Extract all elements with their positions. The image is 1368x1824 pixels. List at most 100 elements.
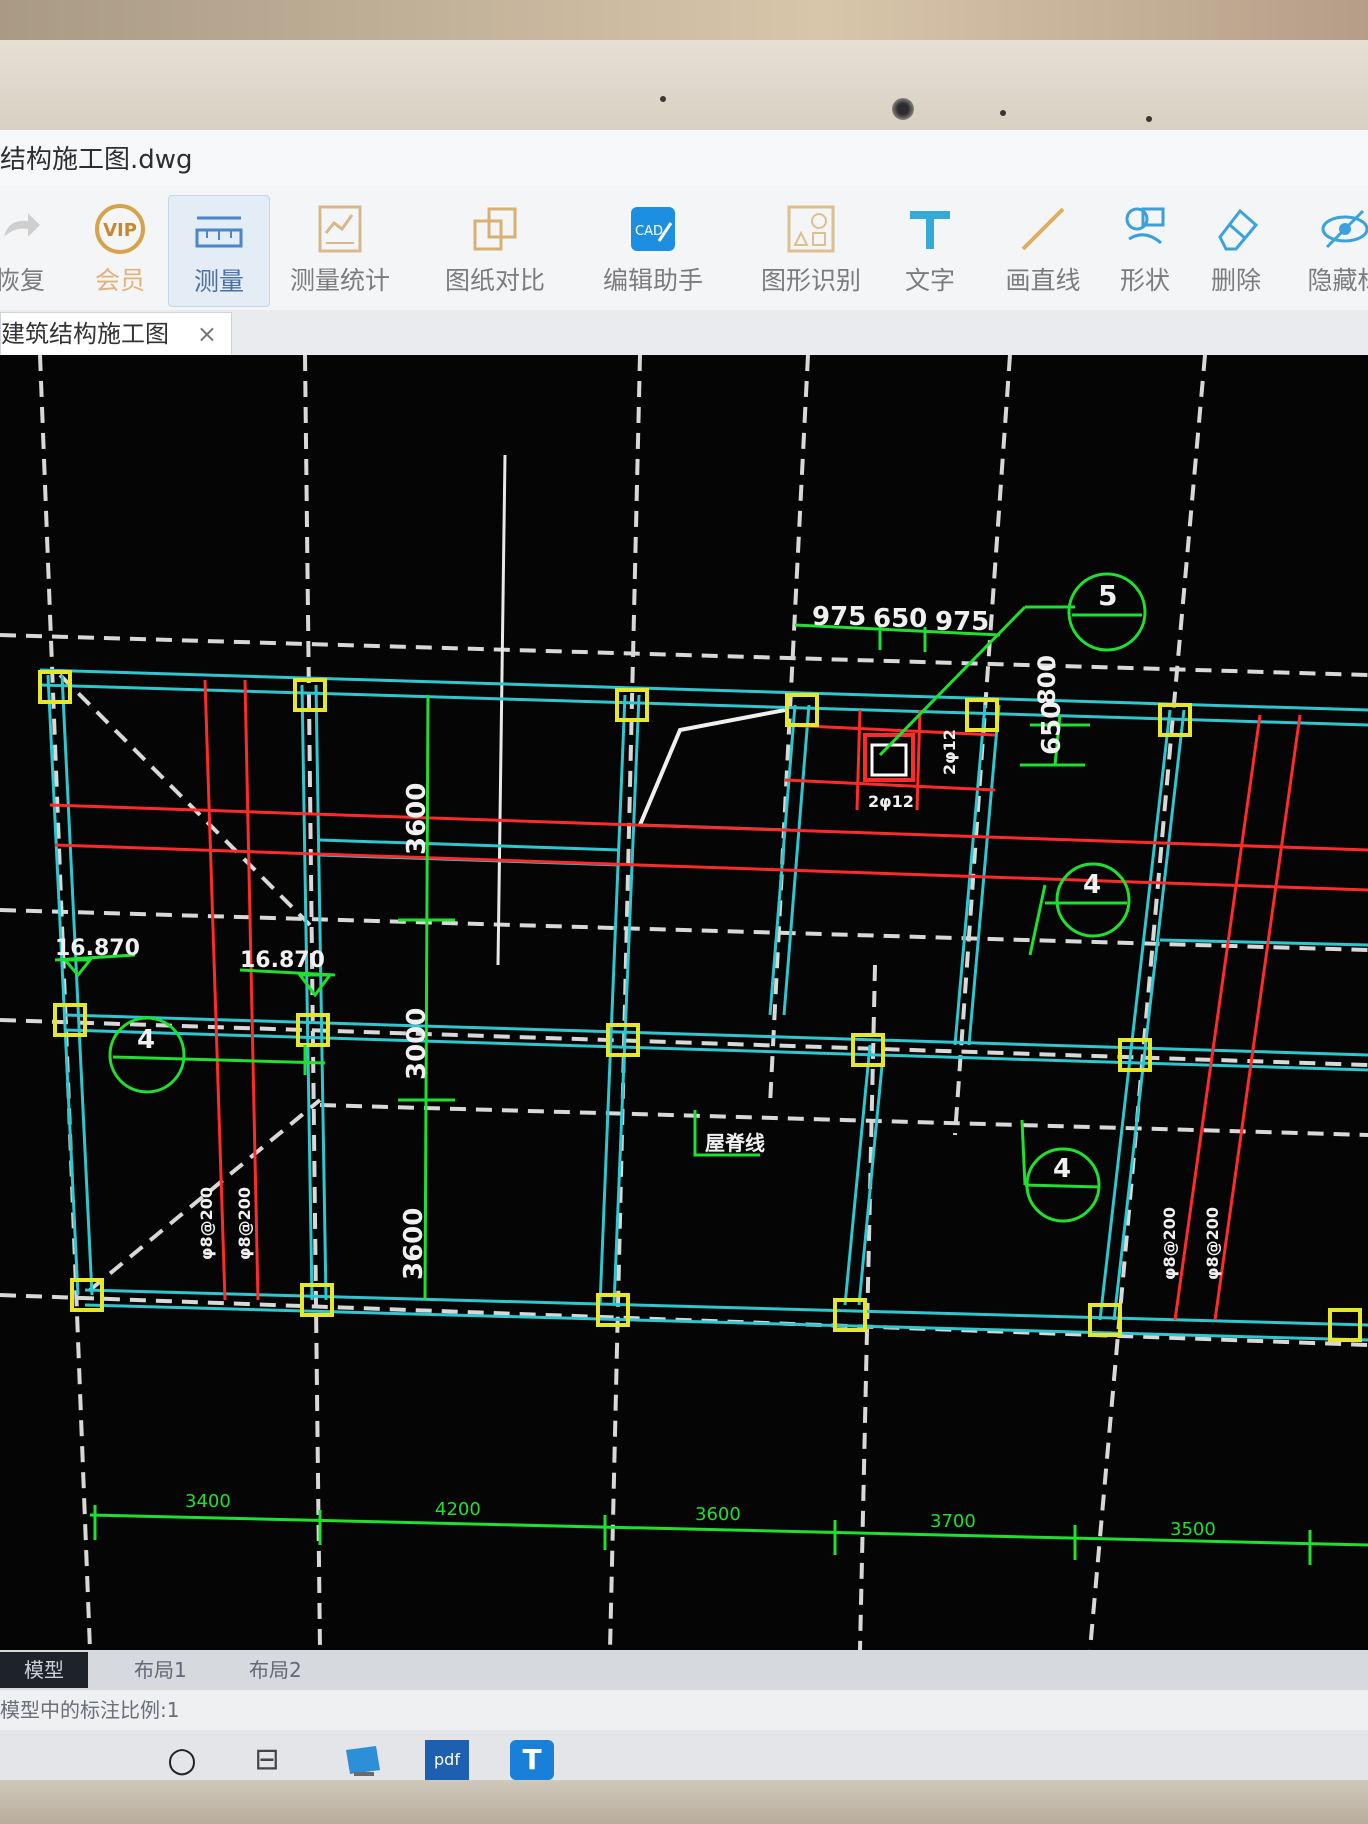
draw-line-button[interactable]: 画直线 bbox=[988, 195, 1098, 305]
reference-line bbox=[496, 454, 507, 966]
section-number: 4 bbox=[137, 1025, 155, 1055]
tab-layout2[interactable]: 布局2 bbox=[225, 1652, 326, 1688]
document-tab[interactable]: 建筑结构施工图 × bbox=[0, 312, 232, 356]
axis-dimension-text: 3400 4200 3600 3700 3500 bbox=[185, 1491, 1216, 1540]
line-icon bbox=[1017, 203, 1069, 255]
shape-recognition-icon bbox=[785, 203, 837, 255]
axis-line bbox=[319, 1103, 1368, 1137]
measure-stats-icon bbox=[314, 203, 366, 255]
hide-button[interactable]: 隐藏标 bbox=[1290, 195, 1368, 305]
shapes-button[interactable]: 形状 bbox=[1095, 195, 1195, 305]
axis-dim-label: 3500 bbox=[1170, 1519, 1216, 1540]
text-icon bbox=[904, 203, 956, 255]
section-marker-divider bbox=[1024, 1183, 1101, 1189]
shape-recognition-button[interactable]: 图形识别 bbox=[756, 195, 866, 305]
bezel-sensor-icon bbox=[1000, 110, 1006, 116]
dim-label: 800 bbox=[1033, 655, 1061, 705]
tab-model[interactable]: 模型 bbox=[0, 1652, 88, 1688]
beam-line bbox=[46, 674, 80, 1296]
section-number: 5 bbox=[1098, 579, 1117, 612]
cad-drawing: 975 650 975 650 800 3600 3000 3600 16.87… bbox=[0, 355, 1368, 1650]
rebar-spec: φ8@200 bbox=[197, 1187, 216, 1260]
ribbon-toolbar: 恢复 VIP 会员 测量 测量统计 图纸对比 CAD 编辑助手 图形识别 文字 … bbox=[0, 185, 1368, 310]
document-tab-label: 建筑结构施工图 bbox=[1, 320, 169, 348]
rebar-line bbox=[855, 709, 862, 811]
dim-label: 3600 bbox=[402, 783, 432, 855]
layout-tab-bar: 模型 布局1 布局2 bbox=[0, 1650, 1368, 1690]
axis-line bbox=[58, 673, 312, 927]
elevation-marker bbox=[297, 973, 333, 998]
rebar-spec: 2φ12 bbox=[940, 729, 959, 775]
window-title: 结构施工图.dwg bbox=[0, 145, 193, 175]
ruler-icon bbox=[193, 204, 245, 256]
text-button[interactable]: 文字 bbox=[880, 195, 980, 305]
edit-assistant-icon: CAD bbox=[627, 203, 679, 255]
beam-line bbox=[612, 694, 641, 1306]
rebar-line bbox=[1213, 714, 1302, 1321]
elevation-label: 16.870 bbox=[240, 948, 325, 973]
section-number: 4 bbox=[1083, 870, 1101, 900]
beam-line bbox=[1159, 938, 1368, 947]
axis-dim-label: 3600 bbox=[695, 1504, 741, 1525]
webcam-icon bbox=[892, 98, 914, 120]
dim-label: 3000 bbox=[402, 1008, 432, 1080]
axis-grid bbox=[0, 355, 1368, 1650]
column-core bbox=[870, 743, 908, 777]
task-view-icon[interactable]: ⊟ bbox=[245, 1740, 289, 1780]
elevation-label: 16.870 bbox=[55, 936, 140, 961]
laptop-bezel-bottom bbox=[0, 1780, 1368, 1824]
app-window: 结构施工图.dwg 恢复 VIP 会员 测量 测量统计 图纸对比 CAD 编辑助… bbox=[0, 130, 1368, 1790]
svg-text:CAD: CAD bbox=[635, 224, 663, 239]
compare-button[interactable]: 图纸对比 bbox=[440, 195, 550, 305]
redo-button[interactable]: 恢复 bbox=[0, 195, 70, 305]
rebar-spec: φ8@200 bbox=[235, 1187, 254, 1260]
drawing-canvas[interactable]: 975 650 975 650 800 3600 3000 3600 16.87… bbox=[0, 355, 1368, 1650]
dim-label: 650 bbox=[873, 604, 927, 634]
window-title-bar: 结构施工图.dwg bbox=[0, 130, 1368, 190]
rebar-spec: φ8@200 bbox=[1203, 1207, 1222, 1280]
axis-line bbox=[0, 908, 1368, 952]
section-cut bbox=[1020, 1119, 1027, 1186]
beam-line bbox=[843, 1044, 872, 1306]
document-tab-strip: 建筑结构施工图 × bbox=[0, 310, 1368, 356]
hide-icon bbox=[1319, 203, 1368, 255]
section-marker-divider bbox=[112, 1055, 326, 1065]
axis-line bbox=[1088, 355, 1207, 1650]
dim-label: 650 bbox=[1037, 701, 1067, 755]
axis-dim-label: 4200 bbox=[435, 1499, 481, 1520]
shapes-icon bbox=[1119, 203, 1171, 255]
search-circle-icon[interactable]: ○ bbox=[160, 1740, 204, 1780]
measure-stats-button[interactable]: 测量统计 bbox=[285, 195, 395, 305]
edit-assistant-button[interactable]: CAD 编辑助手 bbox=[598, 195, 708, 305]
dim-label: 3600 bbox=[399, 1208, 429, 1280]
compare-icon bbox=[469, 203, 521, 255]
ridge-outline bbox=[638, 708, 786, 826]
dim-label: 975 bbox=[812, 602, 866, 632]
bezel-sensor-icon bbox=[660, 96, 666, 102]
beam-line bbox=[768, 704, 797, 1016]
vip-button[interactable]: VIP 会员 bbox=[70, 195, 170, 305]
text-app-icon[interactable]: T bbox=[510, 1740, 554, 1780]
ridge-label: 屋脊线 bbox=[705, 1131, 765, 1155]
dim-label: 975 bbox=[935, 607, 989, 637]
axis-line bbox=[0, 633, 1368, 677]
svg-text:VIP: VIP bbox=[103, 220, 137, 241]
axis-dim-label: 3400 bbox=[185, 1491, 231, 1512]
vip-icon: VIP bbox=[94, 203, 146, 255]
pdf-app-icon[interactable]: pdf bbox=[425, 1740, 469, 1783]
rebar-spec: 2φ12 bbox=[868, 792, 914, 811]
beam-line bbox=[319, 838, 621, 852]
delete-button[interactable]: 删除 bbox=[1186, 195, 1286, 305]
axis-line bbox=[768, 355, 810, 1106]
status-text: 模型中的标注比例:1 bbox=[0, 1698, 180, 1722]
rebar-spec: φ8@200 bbox=[1160, 1207, 1179, 1280]
beam-line bbox=[60, 674, 94, 1296]
axis-dim-label: 3700 bbox=[930, 1511, 976, 1532]
desktop-app-icon[interactable] bbox=[340, 1740, 384, 1780]
tab-layout1[interactable]: 布局1 bbox=[110, 1652, 211, 1688]
bezel-sensor-icon bbox=[1146, 116, 1152, 122]
section-number: 4 bbox=[1053, 1154, 1071, 1184]
section-cut bbox=[1028, 884, 1047, 956]
measure-button[interactable]: 测量 bbox=[168, 195, 270, 307]
close-icon[interactable]: × bbox=[197, 313, 217, 355]
